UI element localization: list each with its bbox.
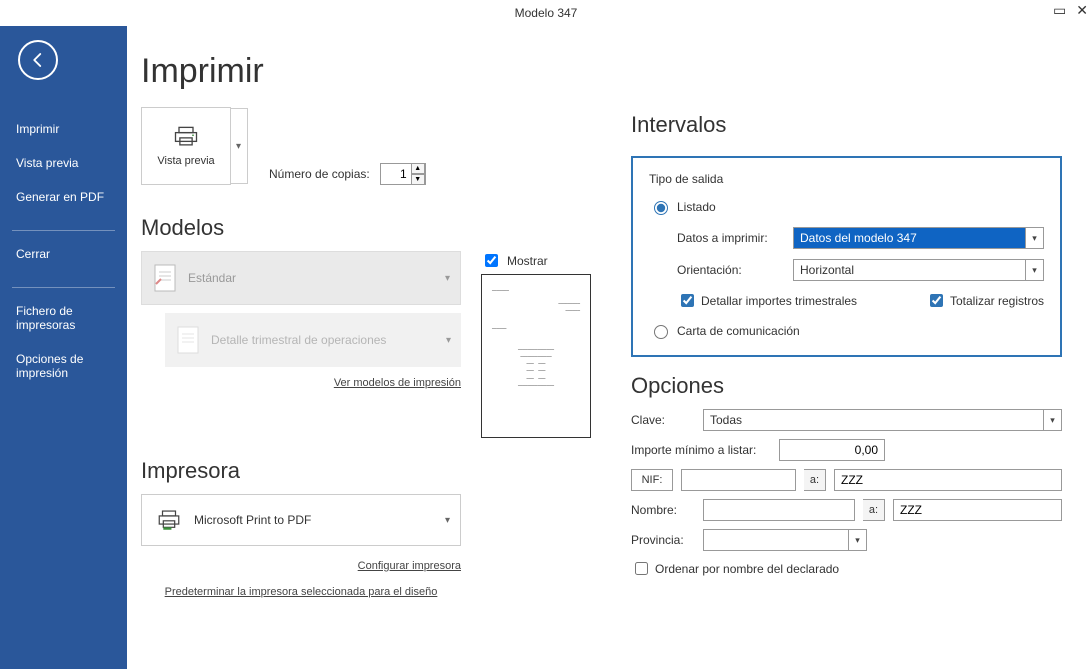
nif-to-input[interactable]: [834, 469, 1062, 491]
configure-printer-link[interactable]: Configurar impresora: [141, 560, 461, 572]
totalize-label: Totalizar registros: [950, 294, 1044, 308]
key-value: Todas: [710, 413, 742, 427]
sort-by-name-checkbox[interactable]: [635, 562, 648, 575]
nif-to-label: a:: [804, 469, 826, 491]
nif-from-input[interactable]: [681, 469, 796, 491]
data-to-print-label: Datos a imprimir:: [677, 231, 785, 245]
sort-by-name-label: Ordenar por nombre del declarado: [655, 562, 839, 576]
printer-select[interactable]: Microsoft Print to PDF ▾: [141, 494, 461, 546]
preview-button[interactable]: Vista previa ▾: [141, 107, 231, 185]
document-icon: [154, 264, 176, 292]
sidebar-item-close[interactable]: Cerrar: [0, 237, 127, 271]
sidebar-item-printers-file[interactable]: Fichero de impresoras: [0, 294, 127, 342]
province-select[interactable]: ▾: [703, 529, 867, 551]
copies-label: Número de copias:: [269, 167, 370, 181]
printer-name: Microsoft Print to PDF: [194, 513, 311, 527]
page-title: Imprimir: [141, 52, 601, 91]
copies-down-button[interactable]: ▼: [411, 174, 425, 185]
sidebar-item-print-options[interactable]: Opciones de impresión: [0, 342, 127, 390]
radio-letter[interactable]: [654, 325, 668, 339]
key-select[interactable]: Todas ▾: [703, 409, 1062, 431]
chevron-down-icon: ▾: [1043, 410, 1061, 430]
chevron-down-icon: ▾: [446, 335, 451, 346]
name-to-input[interactable]: [893, 499, 1062, 521]
key-label: Clave:: [631, 413, 695, 427]
nif-label: NIF:: [631, 469, 673, 491]
min-amount-label: Importe mínimo a listar:: [631, 443, 771, 457]
options-title: Opciones: [631, 373, 1062, 399]
province-label: Provincia:: [631, 533, 695, 547]
window-close-icon[interactable]: ✕: [1076, 2, 1088, 19]
sidebar-item-print[interactable]: Imprimir: [0, 112, 127, 146]
chevron-down-icon: ▾: [445, 515, 450, 526]
output-type-panel: Tipo de salida Listado Datos a imprimir:…: [631, 156, 1062, 357]
arrow-left-icon: [29, 51, 47, 69]
panel-legend: Tipo de salida: [649, 172, 1044, 186]
set-default-printer-link[interactable]: Predeterminar la impresora seleccionada …: [141, 586, 461, 598]
name-to-label: a:: [863, 499, 885, 521]
page-preview-thumbnail: ━━━━━━━ ━━━━━━━━━━━━━━━ ━━━━━━ ━━━━━━━━━…: [481, 274, 591, 438]
copies-input[interactable]: [381, 167, 411, 181]
document-icon: [177, 326, 199, 354]
totalize-checkbox[interactable]: [930, 294, 943, 307]
back-button[interactable]: [18, 40, 58, 80]
radio-list-label: Listado: [677, 200, 716, 214]
detail-quarterly-label: Detallar importes trimestrales: [701, 294, 857, 308]
preview-button-label: Vista previa: [157, 155, 214, 167]
radio-list[interactable]: [654, 201, 668, 215]
intervals-title: Intervalos: [631, 112, 1062, 138]
name-label: Nombre:: [631, 503, 695, 517]
models-title: Modelos: [141, 215, 601, 241]
copies-up-button[interactable]: ▲: [411, 163, 425, 174]
model-detail-label: Detalle trimestral de operaciones: [211, 333, 386, 347]
printer-icon: [172, 125, 200, 149]
name-from-input[interactable]: [703, 499, 855, 521]
model-detail-tile[interactable]: Detalle trimestral de operaciones ▾: [165, 313, 461, 367]
preview-dropdown-icon[interactable]: ▾: [230, 108, 248, 184]
radio-letter-label: Carta de comunicación: [677, 324, 800, 338]
chevron-down-icon: ▾: [848, 530, 866, 550]
data-to-print-select[interactable]: Datos del modelo 347 ▾: [793, 227, 1044, 249]
chevron-down-icon: ▾: [445, 273, 450, 284]
model-standard-tile[interactable]: Estándar ▾: [141, 251, 461, 305]
model-standard-label: Estándar: [188, 271, 236, 285]
chevron-down-icon: ▾: [1025, 260, 1043, 280]
sidebar-item-pdf[interactable]: Generar en PDF: [0, 180, 127, 214]
orientation-value: Horizontal: [800, 263, 854, 277]
show-preview-checkbox[interactable]: [485, 254, 498, 267]
detail-quarterly-checkbox[interactable]: [681, 294, 694, 307]
show-preview-label: Mostrar: [507, 254, 548, 268]
chevron-down-icon: ▾: [1025, 228, 1043, 248]
view-models-link[interactable]: Ver modelos de impresión: [141, 377, 461, 389]
printer-icon: [156, 509, 182, 531]
window-title: Modelo 347: [515, 6, 578, 20]
sidebar-item-preview[interactable]: Vista previa: [0, 146, 127, 180]
window-maximize-icon[interactable]: ▭: [1053, 2, 1066, 19]
orientation-select[interactable]: Horizontal ▾: [793, 259, 1044, 281]
min-amount-input[interactable]: [779, 439, 885, 461]
printer-title: Impresora: [141, 458, 601, 484]
data-to-print-value: Datos del modelo 347: [800, 231, 917, 245]
orientation-label: Orientación:: [677, 263, 785, 277]
